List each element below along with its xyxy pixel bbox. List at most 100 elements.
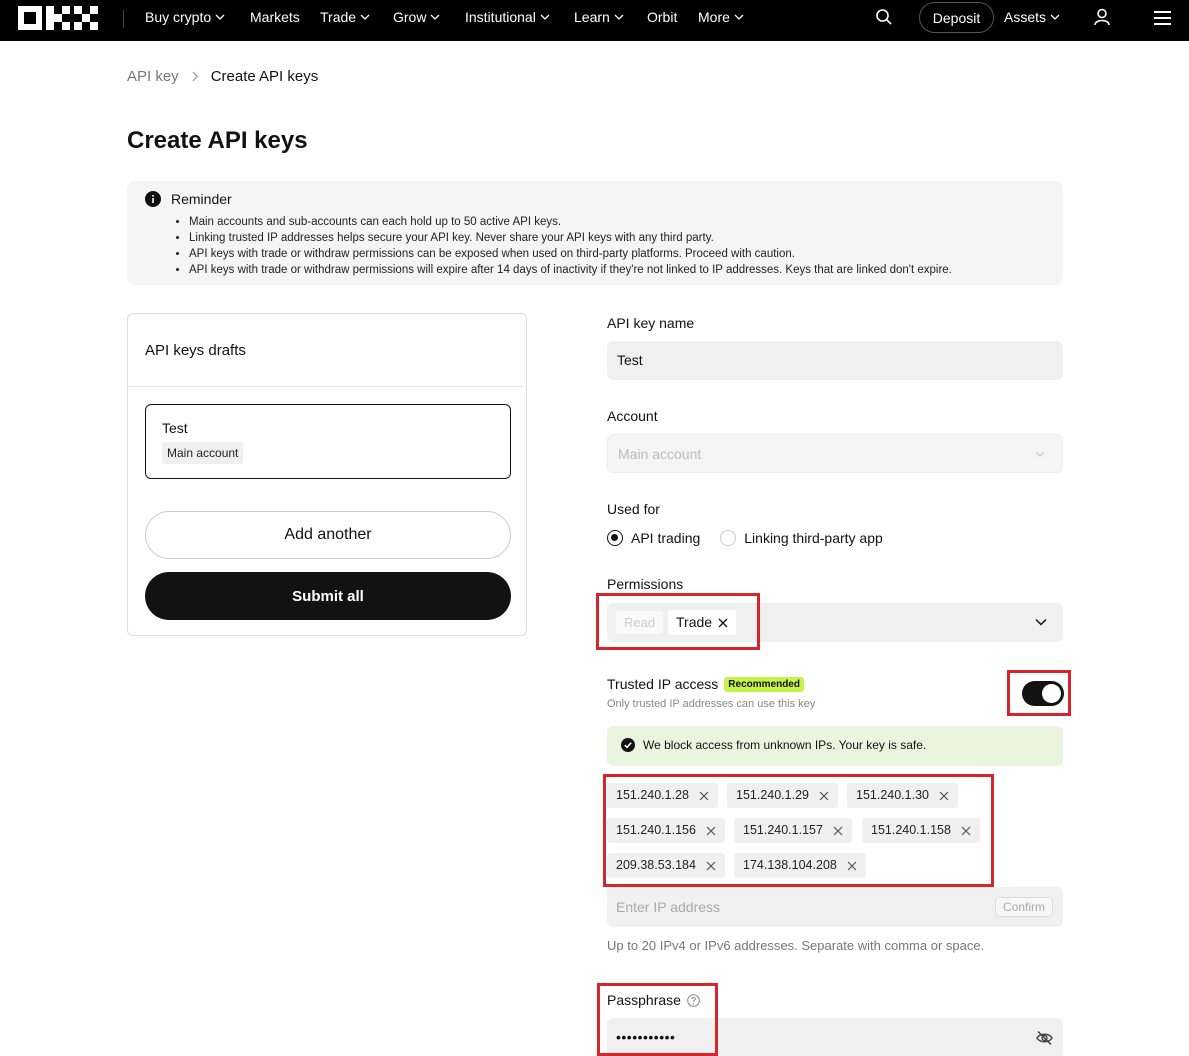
breadcrumb-parent-link[interactable]: API key — [127, 68, 179, 85]
close-icon[interactable] — [819, 791, 829, 801]
ip-address: 151.240.1.30 — [856, 788, 929, 802]
nav-assets[interactable]: Assets — [1004, 9, 1060, 25]
permission-read-chip: Read — [616, 611, 664, 634]
ip-address: 151.240.1.28 — [616, 788, 689, 802]
close-icon[interactable] — [706, 861, 716, 871]
ip-address: 151.240.1.158 — [871, 823, 951, 837]
reminder-item: Main accounts and sub-accounts can each … — [189, 214, 952, 230]
eye-off-icon[interactable] — [1036, 1030, 1053, 1046]
passphrase-value: ••••••••••• — [616, 1029, 676, 1045]
ip-notice-text: We block access from unknown IPs. Your k… — [643, 738, 927, 752]
nav-trade[interactable]: Trade — [320, 9, 370, 25]
chevron-down-icon — [1035, 618, 1047, 626]
confirm-ip-button[interactable]: Confirm — [994, 897, 1053, 917]
info-icon — [145, 191, 161, 207]
draft-item[interactable]: Test Main account — [145, 404, 511, 479]
deposit-button[interactable]: Deposit — [919, 2, 994, 33]
passphrase-label: Passphrase — [607, 992, 681, 1008]
nav-more[interactable]: More — [698, 9, 744, 25]
menu-icon[interactable] — [1154, 10, 1171, 26]
account-label: Account — [607, 408, 658, 424]
ip-address: 151.240.1.29 — [736, 788, 809, 802]
ip-chip: 174.138.104.208 — [734, 853, 866, 878]
nav-buy-crypto[interactable]: Buy crypto — [145, 9, 225, 25]
ip-notice: We block access from unknown IPs. Your k… — [607, 726, 1063, 766]
close-icon[interactable] — [939, 791, 949, 801]
account-value: Main account — [618, 446, 702, 462]
ip-address: 174.138.104.208 — [743, 858, 837, 872]
nav-learn[interactable]: Learn — [574, 9, 624, 25]
toggle-knob — [1042, 684, 1061, 703]
ip-chip: 151.240.1.158 — [862, 818, 980, 843]
chevron-down-icon — [614, 14, 624, 20]
divider — [128, 386, 526, 387]
user-icon[interactable] — [1093, 8, 1111, 26]
recommended-badge: Recommended — [724, 676, 804, 692]
permissions-select[interactable]: Read Trade — [607, 603, 1063, 642]
reminder-item: API keys with trade or withdraw permissi… — [189, 262, 952, 278]
radio-third-party-app-label: Linking third-party app — [744, 530, 883, 546]
ip-chip: 151.240.1.28 — [607, 783, 718, 808]
submit-all-button[interactable]: Submit all — [145, 572, 511, 620]
ip-input-container: Confirm — [607, 887, 1063, 927]
trusted-ip-label: Trusted IP access Recommended — [607, 676, 804, 692]
reminder-item: Linking trusted IP addresses helps secur… — [189, 230, 952, 246]
nav-grow[interactable]: Grow — [393, 9, 440, 25]
close-icon[interactable] — [961, 826, 971, 836]
chevron-down-icon — [430, 14, 440, 20]
breadcrumb-current: Create API keys — [210, 68, 319, 85]
close-icon[interactable] — [706, 826, 716, 836]
chevron-down-icon — [215, 14, 225, 20]
top-nav: Buy crypto Markets Trade Grow Institutio… — [0, 0, 1189, 41]
check-circle-icon — [621, 738, 635, 752]
permission-trade-chip: Trade — [668, 610, 737, 635]
api-drafts-card: API keys drafts Test Main account Add an… — [127, 313, 527, 636]
reminder-item: API keys with trade or withdraw permissi… — [189, 246, 952, 262]
nav-divider — [123, 10, 124, 28]
chevron-down-icon — [540, 14, 550, 20]
nav-institutional[interactable]: Institutional — [465, 9, 550, 25]
trusted-ip-toggle[interactable] — [1022, 681, 1064, 706]
radio-api-trading[interactable] — [607, 530, 623, 546]
ip-chip: 151.240.1.156 — [607, 818, 725, 843]
trusted-ip-title: Trusted IP access — [607, 676, 719, 692]
reminder-title: Reminder — [171, 191, 232, 207]
chevron-down-icon — [734, 14, 744, 20]
passphrase-label-row: Passphrase — [607, 992, 700, 1008]
add-another-button[interactable]: Add another — [145, 511, 511, 559]
api-key-name-value: Test — [617, 352, 643, 368]
used-for-label: Used for — [607, 501, 660, 517]
ip-address: 151.240.1.156 — [616, 823, 696, 837]
drafts-title: API keys drafts — [145, 342, 246, 359]
chevron-down-icon — [1035, 451, 1045, 457]
passphrase-field[interactable]: ••••••••••• — [607, 1018, 1063, 1056]
used-for-radio-group: API trading Linking third-party app — [607, 530, 883, 546]
nav-markets[interactable]: Markets — [250, 9, 300, 25]
close-icon[interactable] — [847, 861, 857, 871]
permissions-label: Permissions — [607, 576, 684, 592]
permission-trade-label: Trade — [676, 614, 713, 630]
draft-account-tag: Main account — [162, 442, 244, 464]
trusted-ip-subtitle: Only trusted IP addresses can use this k… — [607, 698, 816, 710]
page-title: Create API keys — [127, 127, 308, 154]
help-icon[interactable] — [687, 993, 700, 1007]
ip-address-input[interactable] — [607, 887, 977, 927]
okx-logo[interactable] — [18, 6, 98, 30]
account-select: Main account — [607, 434, 1063, 473]
search-icon[interactable] — [875, 8, 893, 26]
reminder-box: Reminder Main accounts and sub-accounts … — [127, 181, 1063, 285]
api-key-name-label: API key name — [607, 315, 695, 331]
chevron-right-icon — [192, 71, 198, 82]
chevron-down-icon — [1050, 14, 1060, 20]
ip-help-text: Up to 20 IPv4 or IPv6 addresses. Separat… — [607, 938, 985, 953]
close-icon[interactable] — [699, 791, 709, 801]
radio-api-trading-label: API trading — [631, 530, 701, 546]
nav-orbit[interactable]: Orbit — [647, 9, 677, 25]
api-key-name-field[interactable]: Test — [607, 341, 1063, 380]
ip-address: 209.38.53.184 — [616, 858, 696, 872]
close-icon[interactable] — [718, 618, 728, 628]
ip-chip: 151.240.1.30 — [847, 783, 958, 808]
breadcrumb: API key Create API keys — [127, 68, 318, 85]
close-icon[interactable] — [833, 826, 843, 836]
radio-third-party-app[interactable] — [720, 530, 737, 546]
